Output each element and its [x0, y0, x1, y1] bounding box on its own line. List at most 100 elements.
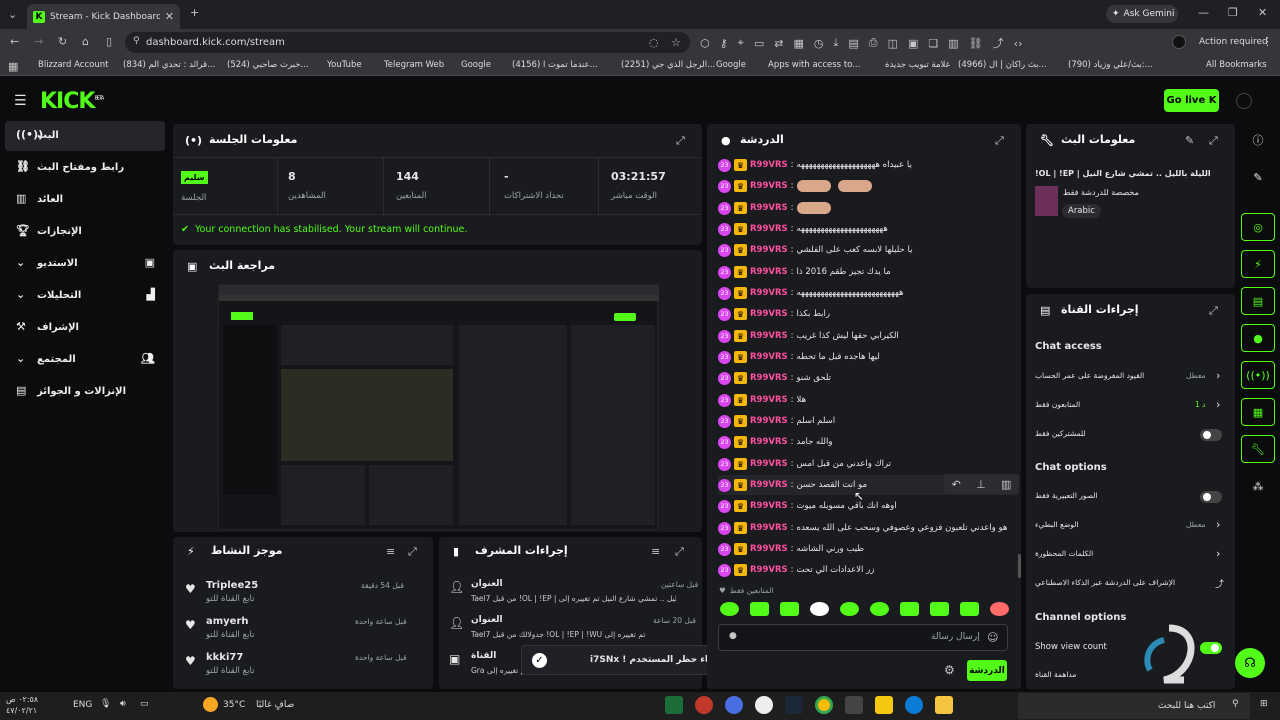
bookmark-item[interactable]: Blizzard Account [38, 60, 108, 70]
emote-icon[interactable] [900, 602, 919, 616]
send-chat-button[interactable]: الدردشة [967, 660, 1007, 681]
chat-message[interactable]: 23 ♛ R99VRS: هلا [718, 390, 806, 410]
all-bookmarks[interactable]: All Bookmarks [1206, 60, 1267, 70]
bookmark-item[interactable]: Google [716, 60, 746, 70]
bookmark-item[interactable]: Telegram Web [384, 60, 444, 70]
broadcast-icon[interactable]: ((•)) [1241, 361, 1275, 389]
setting-row-slow-mode[interactable]: الوضع البطيء معطل › [1035, 517, 1225, 535]
popout-icon[interactable]: ⤢ [995, 134, 1004, 148]
chat-username[interactable]: R99VRS [750, 565, 788, 575]
app-icon[interactable] [875, 696, 893, 714]
steam-icon[interactable] [785, 696, 803, 714]
camera-icon[interactable]: ◎ [1241, 213, 1275, 241]
trash-icon[interactable]: ▥ [1001, 478, 1011, 491]
translate-icon[interactable]: ⇄ [774, 37, 783, 50]
folder-icon[interactable] [935, 696, 953, 714]
close-icon[interactable]: ✕ [165, 10, 174, 23]
chat-settings-icon[interactable]: ● [729, 631, 737, 641]
profile-avatar[interactable] [1172, 35, 1186, 49]
popout-icon[interactable]: ⤢ [675, 545, 684, 559]
chat-username[interactable]: R99VRS [750, 245, 788, 255]
pin-icon[interactable]: ⌖ [738, 36, 744, 50]
bookmark-item[interactable]: Apps with access to... [768, 60, 860, 70]
speaker-icon[interactable]: 🔊︎ [120, 699, 126, 709]
tab-menu-icon[interactable]: ⌄ [8, 8, 17, 21]
browser-tab[interactable]: K Stream - Kick Dashboard ✕ [27, 4, 180, 29]
chat-username[interactable]: R99VRS [750, 480, 788, 490]
chat-username[interactable]: R99VRS [750, 203, 788, 213]
subscribers-only-toggle[interactable] [1200, 429, 1222, 441]
filter-icon[interactable]: ≡ [386, 545, 395, 558]
app-icon[interactable] [755, 696, 773, 714]
sidebar-item-live[interactable]: ((•)) البث [5, 121, 165, 151]
copy-icon[interactable]: ❏ [928, 37, 938, 50]
sidebar-item-revenue[interactable]: ▥ العائد [5, 185, 165, 215]
chain-icon[interactable]: ⛓ [969, 37, 983, 50]
setting-row-ai-moderation[interactable]: الإشراف على الدردشة عبر الذكاء الاصطناعي… [1035, 575, 1225, 593]
image-icon[interactable]: ▣ [908, 37, 918, 50]
chrome-icon[interactable] [815, 696, 833, 714]
bookmark-item[interactable]: (4966) بث راكان | ال... [958, 60, 1047, 70]
emote-icon[interactable] [930, 602, 949, 616]
emote-icon[interactable] [840, 602, 859, 616]
site-info-icon[interactable]: ⚲ [133, 36, 140, 46]
edit-icon[interactable]: ✎ [1241, 163, 1275, 191]
chat-username[interactable]: R99VRS [750, 288, 788, 298]
sidebar-item-achievements[interactable]: 🏆︎ الإنجازات [5, 217, 165, 247]
app-icon[interactable] [665, 696, 683, 714]
sidebar-item-drops[interactable]: ▤ الإنزالات و الجوائز [5, 377, 165, 407]
bolt-icon[interactable]: ⚡ [1241, 250, 1275, 278]
bookmark-item[interactable]: YouTube [327, 60, 362, 70]
forward-icon[interactable]: → [34, 35, 43, 48]
setting-row-followers-only[interactable]: المتابعون فقط 1 د › [1035, 397, 1225, 415]
language-indicator[interactable]: ENG [73, 700, 92, 710]
chat-message[interactable]: 23 ♛ R99VRS: زر الاعدادات الي تحت [718, 560, 874, 580]
emote-icon[interactable] [750, 602, 769, 616]
setting-row-account-age[interactable]: القيود المفروضة على عمر الحساب معطل › [1035, 368, 1225, 386]
emote-icon[interactable] [810, 602, 829, 616]
wrench-icon[interactable]: 🔧︎ [1241, 435, 1275, 463]
chat-message[interactable]: 23 ♛ R99VRS: اوهه انك باقي مسويله ميوت [718, 496, 897, 516]
network-icon[interactable]: ▭ [140, 699, 149, 709]
chat-username[interactable]: R99VRS [750, 523, 788, 533]
chat-username[interactable]: R99VRS [750, 224, 788, 234]
chat-message[interactable]: 23 ♛ R99VRS: هو واعدني تلعبون فزوعي وعصوفي … [718, 518, 1007, 538]
sidebar-item-moderation[interactable]: ⚒ الإشراف [5, 313, 165, 343]
window-close-icon[interactable]: ✕ [1258, 6, 1267, 19]
download-icon[interactable]: ⤓ [834, 36, 839, 50]
apps-grid-icon[interactable]: ▦ [8, 60, 18, 73]
chat-message[interactable]: 23 ♛ R99VRS: تلحق شنو [718, 368, 831, 388]
back-icon[interactable]: ← [10, 35, 19, 48]
key-icon[interactable]: ⚷ [720, 37, 728, 50]
popout-icon[interactable]: ⤢ [408, 545, 417, 559]
ask-gemini-button[interactable]: ✦ Ask Gemini [1106, 5, 1178, 23]
emotes-only-toggle[interactable] [1200, 491, 1222, 503]
kebab-menu-icon[interactable]: ⋮ [1262, 35, 1273, 48]
chat-username[interactable]: R99VRS [750, 373, 788, 383]
chat-message[interactable]: 23 ♛ R99VRS: رابط بكذا [718, 304, 830, 324]
app-icon[interactable] [845, 696, 863, 714]
info-icon[interactable]: ⓘ [1241, 126, 1275, 154]
pin-icon[interactable]: ⊥ [976, 478, 986, 491]
bookmark-item[interactable]: (790) بث/علي وزياد:... [1068, 60, 1153, 70]
chat-message[interactable]: 23 ♛ R99VRS: ليها هاجده قبل ما تحطه [718, 347, 880, 367]
card-icon[interactable]: ▭ [754, 37, 764, 50]
chat-username[interactable]: R99VRS [750, 267, 788, 277]
emote-icon[interactable] [990, 602, 1009, 616]
eye-off-icon[interactable]: ◌ [649, 36, 659, 49]
extension-icon[interactable]: ⬡ [700, 37, 710, 50]
print-icon[interactable]: ⎙ [869, 36, 878, 50]
chat-username[interactable]: R99VRS [750, 331, 788, 341]
share-icon[interactable]: ⤴ [993, 35, 1004, 51]
chat-message[interactable]: 23 ♛ R99VRS: طيب ورني الشاشه [718, 539, 864, 559]
bookmark-item[interactable]: (524) خبرت صاحبي... [227, 60, 309, 70]
bookmark-item[interactable]: علامة تبويب جديدة [885, 60, 951, 70]
hamburger-menu-icon[interactable]: ☰ [14, 93, 27, 109]
app-icon[interactable] [725, 696, 743, 714]
history-icon[interactable]: ◷ [814, 37, 824, 50]
chat-message[interactable]: 23 ♛ R99VRS: يا عبيداه هههههههههههههههههههه… [718, 155, 912, 175]
chat-username[interactable]: R99VRS [750, 459, 788, 469]
bookmark-item[interactable]: (834) قرائد : تحدي الم... [123, 60, 215, 70]
chat-message[interactable]: 23 ♛ R99VRS: الكيرابي حقها ليش كذا غريب [718, 326, 899, 346]
reader-icon[interactable]: ▥ [948, 37, 958, 50]
